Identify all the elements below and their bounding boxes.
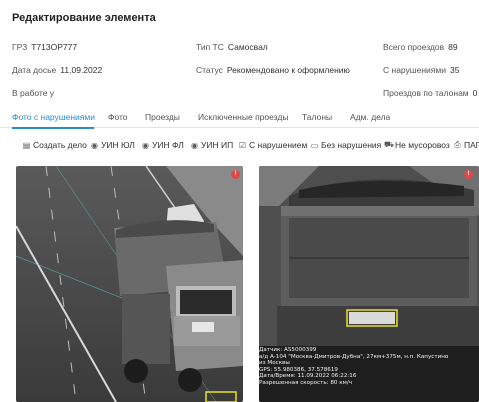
violations-value: 35 — [450, 65, 460, 75]
uin-ip-label: УИН ИП — [201, 140, 234, 150]
document-icon: ▤ — [22, 140, 31, 150]
radio-icon: ◉ — [91, 140, 98, 150]
with-violation-button[interactable]: ☑ С нарушением — [238, 140, 307, 150]
with-violation-label: С нарушением — [249, 140, 308, 150]
uin-ip-button[interactable]: ◉ УИН ИП — [190, 140, 233, 150]
dossier-date-label: Дата досье — [12, 65, 57, 75]
pap-label: ПАП — [464, 140, 479, 150]
grz-value: Т713ОР777 — [31, 42, 78, 52]
tab-passes[interactable]: Проезды — [145, 112, 180, 122]
status-label: Статус — [196, 65, 223, 75]
vehicle-type-value: Самосвал — [227, 42, 268, 52]
violations-label: С нарушениями — [383, 65, 446, 75]
create-case-label: Создать дело — [33, 140, 87, 150]
image-icon: ▭ — [310, 140, 319, 150]
no-violation-button[interactable]: ▭ Без нарушения — [310, 140, 382, 150]
photo-caption-overlay: Датчик: AS5000399 а/д А-104 "Москва-Дмит… — [259, 347, 461, 386]
violations-field: С нарушениями 35 — [383, 65, 459, 75]
status-value: Рекомендовано к оформлению — [226, 65, 350, 75]
dossier-date-value: 11.09.2022 — [60, 65, 103, 75]
radio-icon: ◉ — [142, 140, 149, 150]
not-garbage-label: Не мусоровоз — [395, 140, 450, 150]
printer-icon: ⎙ — [454, 140, 461, 149]
coupon-passes-value: 0 — [472, 88, 478, 98]
truck-icon: ⛟ — [384, 140, 395, 149]
violation-badge-right: ! — [464, 170, 473, 179]
grz-field: ГРЗ Т713ОР777 — [12, 42, 77, 52]
page-title: Редактирование элемента — [12, 12, 156, 24]
action-toolbar: ▤ Создать дело ◉ УИН ЮЛ ◉ УИН ФЛ ◉ УИН ИП ☑ С… — [0, 140, 479, 154]
truck-overview-image — [16, 166, 243, 402]
coupon-passes-field: Проездов по талонам 0 — [383, 88, 477, 98]
in-work-field: В работе у — [12, 88, 58, 98]
radio-icon: ◉ — [191, 140, 198, 150]
uin-ul-label: УИН ЮЛ — [101, 140, 135, 150]
tab-bar: Фото с нарушениями Фото Проезды Исключен… — [0, 108, 479, 129]
active-tab-indicator — [12, 127, 94, 129]
pap-button[interactable]: ⎙ ПАП — [453, 140, 479, 150]
tab-coupons[interactable]: Талоны — [302, 112, 332, 122]
create-case-button[interactable]: ▤ Создать дело — [22, 140, 87, 150]
tab-adm-cases[interactable]: Адм. дела — [350, 112, 390, 122]
uin-ul-button[interactable]: ◉ УИН ЮЛ — [90, 140, 135, 150]
coupon-passes-label: Проездов по талонам — [383, 88, 469, 98]
tab-photos[interactable]: Фото — [108, 112, 128, 122]
tab-excluded-passes[interactable]: Исключенные проезды — [198, 112, 288, 122]
tab-violation-photos[interactable]: Фото с нарушениями — [12, 112, 95, 122]
vehicle-type-label: Тип ТС — [196, 42, 224, 52]
grz-label: ГРЗ — [12, 42, 28, 52]
overlay-speed-limit: Разрешенная скорость: 80 км/ч — [259, 379, 353, 386]
not-garbage-button[interactable]: ⛟ Не мусоровоз — [384, 140, 450, 150]
total-passes-field: Всего проездов 89 — [383, 42, 458, 52]
no-violation-label: Без нарушения — [321, 140, 382, 150]
status-field: Статус Рекомендовано к оформлению — [196, 65, 350, 75]
dossier-date-field: Дата досье 11.09.2022 — [12, 65, 102, 75]
checkbox-icon: ☑ — [238, 140, 247, 150]
violation-badge-left: ! — [231, 170, 240, 179]
uin-fl-label: УИН ФЛ — [152, 140, 184, 150]
vehicle-type-field: Тип ТС Самосвал — [196, 42, 268, 52]
total-passes-label: Всего проездов — [383, 42, 445, 52]
total-passes-value: 89 — [448, 42, 458, 52]
violation-photo-left[interactable]: ! — [16, 166, 243, 402]
in-work-label: В работе у — [12, 88, 55, 98]
uin-fl-button[interactable]: ◉ УИН ФЛ — [141, 140, 184, 150]
